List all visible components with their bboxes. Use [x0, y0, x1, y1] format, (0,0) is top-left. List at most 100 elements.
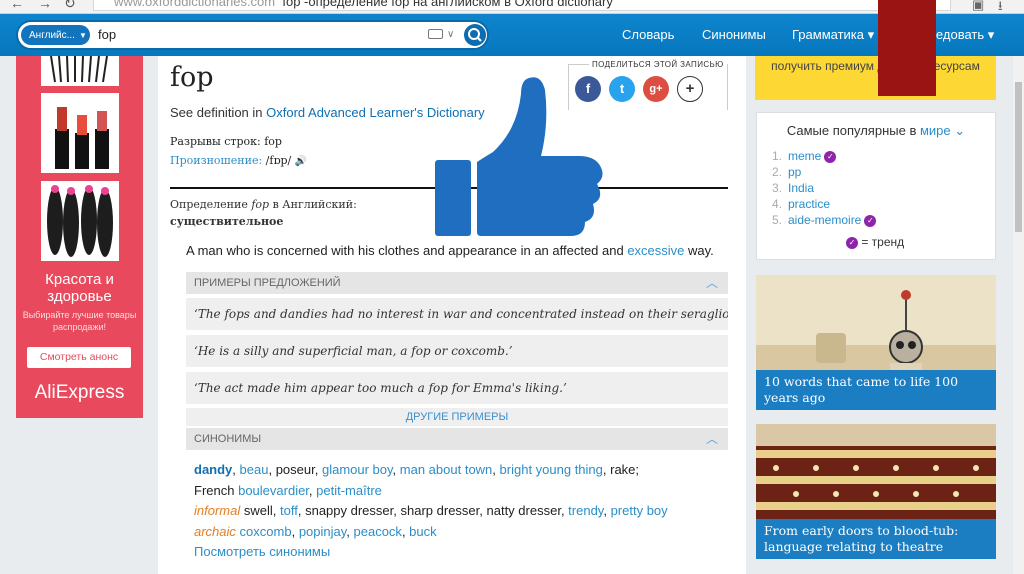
synonym-text: rake — [610, 462, 636, 477]
more-examples-link[interactable]: ДРУГИЕ ПРИМЕРЫ — [186, 408, 728, 426]
ad-cta-button[interactable]: Смотреть анонс — [27, 347, 131, 368]
red-overlay-block — [878, 0, 936, 96]
synonym-link[interactable]: popinjay — [299, 524, 346, 539]
line-breaks: Разрывы строк: fop — [170, 135, 282, 148]
synonym-link[interactable]: buck — [409, 524, 436, 539]
ad-subtitle: Выбирайте лучшие товары распродажи! — [22, 310, 137, 332]
ad-banner[interactable]: Красота и здоровье Выбирайте лучшие това… — [16, 55, 143, 418]
region-selector[interactable]: мире ⌄ — [920, 123, 965, 138]
synonym-link[interactable]: bright young thing — [500, 462, 603, 477]
synonym-link[interactable]: coxcomb — [240, 524, 292, 539]
headword: fop — [170, 62, 214, 93]
popular-word[interactable]: India — [788, 181, 814, 195]
synonym-link[interactable]: man about town — [400, 462, 493, 477]
menu-dictionary[interactable]: Словарь — [622, 27, 674, 42]
example-sentence: ‘The act made him appear too much a fop … — [186, 370, 728, 404]
menu-synonyms[interactable]: Синонимы — [702, 27, 766, 42]
line-breaks-label: Разрывы строк: — [170, 135, 261, 148]
synonym-link[interactable]: dandy — [194, 462, 232, 477]
back-icon[interactable]: ← — [10, 0, 24, 11]
search-bar: Английс... ▼ fop ∨ — [16, 20, 489, 50]
pronunciation-label[interactable]: Произношение: — [170, 154, 262, 167]
see-definition-prefix: See definition in — [170, 105, 267, 120]
synonym-link[interactable]: petit-maître — [316, 483, 382, 498]
synonym-link[interactable]: glamour boy — [322, 462, 393, 477]
chevron-down-icon: ▼ — [78, 31, 87, 40]
synonym-link[interactable]: beau — [240, 462, 269, 477]
scrollbar-thumb[interactable] — [1015, 82, 1022, 232]
twitter-icon[interactable]: t — [609, 76, 635, 102]
list-item[interactable]: 5. aide-memoire ✓ — [772, 212, 877, 228]
definition-heading-pre: Определение — [170, 198, 252, 211]
popular-list: 1. meme ✓ 2. pp 3. India 4. practice 5. aide-m… — [772, 148, 877, 228]
pronunciation-value: /fɒp/ — [265, 154, 292, 167]
list-number: 1. — [772, 149, 783, 163]
url-host: www.oxforddictionaries.com — [114, 0, 276, 9]
popular-word[interactable]: pp — [788, 165, 801, 179]
definition-heading-word: fop — [251, 198, 270, 211]
synonym-link[interactable]: pretty boy — [611, 503, 668, 518]
list-number: 4. — [772, 197, 783, 211]
download-icon[interactable]: ⭳ — [998, 0, 1003, 13]
synonym-link[interactable]: boulevardier — [238, 483, 309, 498]
chevron-down-icon: ⌄ — [954, 123, 966, 138]
list-item[interactable]: 1. meme ✓ — [772, 148, 876, 164]
article-card-2[interactable]: From early doors to blood-tub: language … — [756, 424, 996, 559]
synonym-link[interactable]: peacock — [354, 524, 402, 539]
chevron-up-icon[interactable]: ︿ — [706, 272, 718, 294]
chevron-down-icon[interactable]: ∨ — [447, 25, 454, 45]
extension-icon[interactable]: ▣ — [972, 0, 984, 13]
definition-text: A man who is concerned with his clothes … — [186, 243, 628, 258]
forward-icon[interactable]: → — [38, 0, 52, 11]
thumbs-up-icon — [435, 77, 603, 236]
synonyms-header[interactable]: СИНОНИМЫ ︿ — [186, 428, 728, 450]
lipstick-image — [41, 93, 119, 173]
premium-banner[interactable]: получить премиум доступ к ресурсам — [755, 56, 996, 100]
trend-icon: ✓ — [846, 236, 858, 249]
list-item[interactable]: 3. India — [772, 180, 876, 196]
synonym-link[interactable]: trendy — [568, 503, 603, 518]
language-selector[interactable]: Английс... ▼ — [21, 25, 90, 45]
ad-title: Красота и здоровье — [45, 271, 114, 305]
excessive-link[interactable]: excessive — [627, 243, 684, 258]
example-sentence: ‘The fops and dandies had no interest in… — [186, 296, 728, 330]
chevron-up-icon[interactable]: ︿ — [706, 428, 718, 450]
synonym-text: snappy dresser — [305, 503, 394, 518]
speaker-icon[interactable]: 🔊 — [295, 156, 307, 167]
definition-end: way. — [684, 243, 714, 258]
list-item[interactable]: 2. pp — [772, 164, 876, 180]
card-caption[interactable]: From early doors to blood-tub: language … — [756, 519, 996, 559]
part-of-speech: существительное — [170, 215, 284, 228]
search-button[interactable] — [464, 24, 486, 46]
search-input[interactable]: fop — [98, 25, 116, 45]
popular-word[interactable]: meme — [788, 149, 821, 163]
card-caption[interactable]: 10 words that came to life 100 years ago — [756, 370, 996, 410]
more-share-icon[interactable]: + — [677, 76, 703, 102]
trend-legend-text: = тренд — [861, 235, 905, 249]
article-card-1[interactable]: 10 words that came to life 100 years ago — [756, 275, 996, 410]
synonym-text: natty dresser — [486, 503, 561, 518]
reload-icon[interactable]: ↻ — [64, 0, 76, 12]
view-synonyms-link[interactable]: Посмотреть синонимы — [194, 544, 330, 559]
menu-grammar[interactable]: Грамматика ▾ — [792, 27, 874, 43]
list-item[interactable]: 4. practice — [772, 196, 876, 212]
google-plus-icon[interactable]: g+ — [643, 76, 669, 102]
hair-extensions-image — [41, 181, 119, 261]
keyboard-icon[interactable] — [428, 29, 443, 39]
definition: A man who is concerned with his clothes … — [186, 243, 714, 258]
site-header: Английс... ▼ fop ∨ Словарь Синонимы Грамм… — [0, 14, 1024, 56]
share-label: ПОДЕЛИТЬСЯ ЭТОЙ ЗАПИСЬЮ — [589, 60, 727, 69]
browser-toolbar: ← → ↻ www.oxforddictionaries.com fop -оп… — [0, 0, 1024, 14]
synonym-link[interactable]: toff — [280, 503, 298, 518]
register-label: French — [194, 482, 235, 498]
list-number: 2. — [772, 165, 783, 179]
address-bar[interactable]: www.oxforddictionaries.com fop -определе… — [93, 0, 951, 11]
popular-word[interactable]: practice — [788, 197, 830, 211]
examples-header[interactable]: ПРИМЕРЫ ПРЕДЛОЖЕНИЙ ︿ — [186, 272, 728, 294]
region-label: мире — [919, 123, 951, 138]
popular-word[interactable]: aide-memoire — [788, 213, 861, 227]
scrollbar[interactable] — [1013, 56, 1024, 574]
register-label: archaic — [194, 523, 236, 539]
url-title: fop -определение fop на английском в Oxf… — [282, 0, 613, 9]
trend-icon: ✓ — [864, 214, 877, 227]
